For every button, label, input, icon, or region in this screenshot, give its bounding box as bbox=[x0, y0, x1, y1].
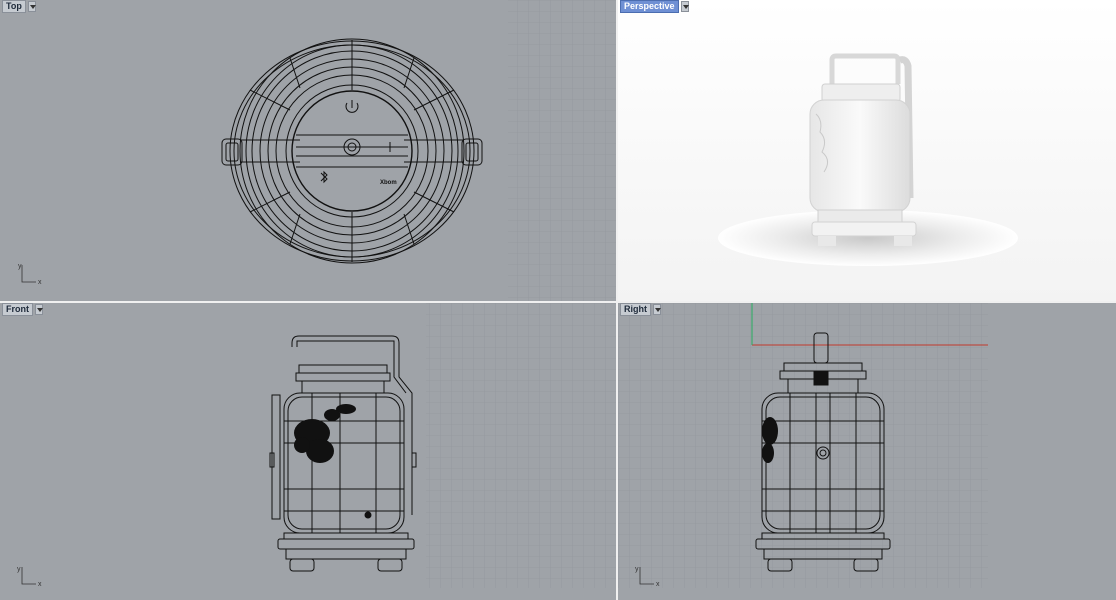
chevron-down-icon[interactable] bbox=[680, 1, 689, 12]
top-view-canvas[interactable]: Xbom y x bbox=[0, 0, 616, 301]
ornament-pattern bbox=[294, 404, 356, 463]
perspective-render-canvas[interactable] bbox=[618, 0, 1116, 301]
construction-grid bbox=[618, 303, 988, 588]
viewport-tab-top[interactable]: Top bbox=[2, 0, 36, 13]
viewport-title-perspective[interactable]: Perspective bbox=[620, 0, 679, 13]
right-view-canvas[interactable]: y x bbox=[618, 303, 1116, 600]
chevron-down-icon[interactable] bbox=[35, 304, 43, 315]
axis-label-y: y bbox=[635, 566, 639, 573]
viewport-right[interactable]: y x Right bbox=[618, 303, 1116, 600]
axis-label-y: y bbox=[17, 566, 21, 573]
viewport-front[interactable]: y x Front bbox=[0, 303, 616, 600]
viewport-tab-front[interactable]: Front bbox=[2, 303, 43, 316]
chevron-down-icon[interactable] bbox=[653, 304, 661, 315]
model-wireframe-top[interactable] bbox=[221, 38, 483, 264]
viewport-title-top[interactable]: Top bbox=[2, 0, 26, 13]
viewport-title-right[interactable]: Right bbox=[620, 303, 651, 316]
axis-label-x: x bbox=[38, 279, 42, 286]
axis-label-y: y bbox=[18, 263, 22, 270]
viewport-perspective[interactable]: Perspective bbox=[618, 0, 1116, 301]
viewport-tab-right[interactable]: Right bbox=[620, 303, 661, 316]
model-wireframe-front[interactable] bbox=[269, 335, 417, 572]
chevron-down-icon[interactable] bbox=[27, 1, 36, 12]
construction-grid bbox=[426, 303, 616, 588]
viewport-title-front[interactable]: Front bbox=[2, 303, 33, 316]
front-view-canvas[interactable]: y x bbox=[0, 303, 616, 600]
construction-grid bbox=[508, 0, 616, 301]
axis-label-x: x bbox=[38, 581, 42, 588]
viewport-tab-perspective[interactable]: Perspective bbox=[620, 0, 689, 13]
axis-indicator bbox=[21, 567, 36, 585]
axis-label-x: x bbox=[656, 581, 660, 588]
brand-text: Xbom bbox=[380, 180, 397, 186]
viewport-top[interactable]: Xbom y x Top bbox=[0, 0, 616, 301]
axis-indicator bbox=[21, 265, 36, 283]
